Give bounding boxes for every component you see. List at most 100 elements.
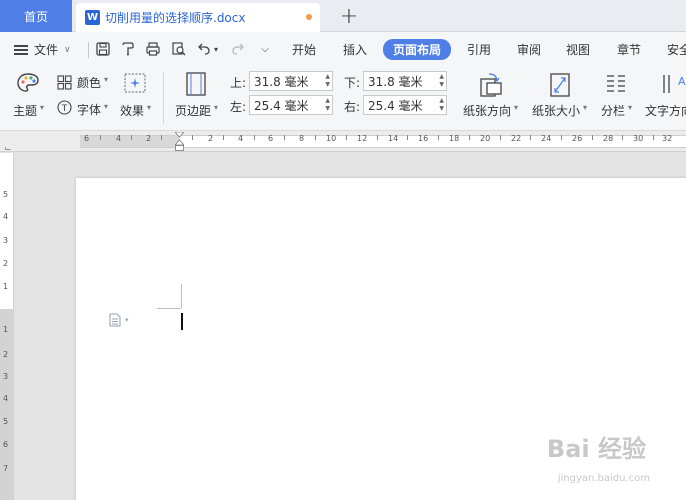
redo-icon[interactable]: [229, 40, 247, 58]
theme-button-label[interactable]: 主题: [13, 102, 37, 119]
ruler-tick: 28: [603, 134, 614, 143]
ruler-tick: 30: [633, 134, 644, 143]
margin-bottom-label: 下:: [344, 76, 361, 90]
file-menu-button[interactable]: 文件 ∨: [14, 41, 71, 58]
ruler-tick: 6: [268, 134, 274, 143]
text-direction-icon[interactable]: A: [662, 72, 686, 96]
ruler-tick: 2: [3, 259, 9, 268]
margin-corner-mark: [181, 284, 182, 308]
font-t-icon[interactable]: T: [56, 99, 72, 115]
save-icon[interactable]: [94, 40, 112, 58]
orientation-icon[interactable]: [477, 72, 503, 98]
ruler-tick: 24: [541, 134, 552, 143]
margins-button-label[interactable]: 页边距: [175, 102, 211, 119]
ruler-minor-tick: [192, 135, 193, 140]
ruler-tick: 14: [388, 134, 399, 143]
effects-dropdown-icon[interactable]: ▾: [147, 103, 151, 112]
color-button-label[interactable]: 颜色: [77, 74, 101, 91]
font-button-label[interactable]: 字体: [77, 101, 101, 118]
ruler-tick: 4: [3, 394, 9, 403]
color-grid-icon[interactable]: [56, 74, 72, 90]
ruler-tick: 20: [480, 134, 491, 143]
vertical-ruler[interactable]: 5 4 3 2 1 1 2 3 4 5 6 7: [0, 153, 14, 500]
ruler-minor-tick: [161, 135, 162, 140]
theme-dropdown-icon[interactable]: ▾: [40, 103, 44, 112]
tab-view[interactable]: 视图: [566, 41, 590, 58]
ruler-minor-tick: [438, 135, 439, 140]
ruler-tick: 5: [3, 190, 9, 199]
print-preview-icon[interactable]: [170, 40, 188, 58]
effects-button-label[interactable]: 效果: [120, 102, 144, 119]
format-painter-icon[interactable]: [119, 40, 137, 58]
tab-document[interactable]: W 切削用量的选择顺序.docx: [76, 3, 320, 32]
ruler-tick: 4: [116, 134, 122, 143]
columns-icon[interactable]: [604, 72, 628, 96]
text-cursor: [181, 313, 183, 330]
font-dropdown-icon[interactable]: ▾: [104, 102, 108, 111]
margin-bottom-input[interactable]: 31.8 毫米 ▲ ▼: [363, 71, 447, 91]
text-direction-button-label[interactable]: 文字方向: [645, 102, 686, 119]
ruler-minor-tick: [500, 135, 501, 140]
margin-right-input[interactable]: 25.4 毫米 ▲ ▼: [363, 95, 447, 115]
tab-security[interactable]: 安全: [667, 41, 686, 58]
ruler-tick: 4: [3, 212, 9, 221]
tab-home[interactable]: 首页: [0, 0, 72, 32]
theme-palette-icon[interactable]: [15, 71, 41, 95]
file-menu-label: 文件: [34, 43, 59, 57]
print-icon[interactable]: [144, 40, 162, 58]
tab-review[interactable]: 审阅: [517, 41, 541, 58]
page-margins-icon[interactable]: [185, 72, 207, 96]
ruler-tick: 3: [3, 372, 9, 381]
paragraph-layout-dropdown-icon[interactable]: ▾: [125, 316, 129, 324]
divider: [88, 42, 89, 58]
indent-marker-icon[interactable]: [174, 131, 185, 152]
margin-top-input[interactable]: 31.8 毫米 ▲ ▼: [249, 71, 333, 91]
margin-bottom-value: 31.8 毫米: [368, 74, 423, 89]
tab-bar: 首页 W 切削用量的选择顺序.docx +: [0, 0, 686, 32]
tab-references[interactable]: 引用: [467, 41, 491, 58]
tab-start[interactable]: 开始: [292, 41, 316, 58]
ruler-minor-tick: [377, 135, 378, 140]
margins-dropdown-icon[interactable]: ▾: [214, 103, 218, 112]
ruler-tick: 2: [208, 134, 214, 143]
paper-size-dropdown-icon[interactable]: ▾: [583, 103, 587, 112]
orientation-dropdown-icon[interactable]: ▾: [514, 103, 518, 112]
ruler-tick: 4: [238, 134, 244, 143]
ruler-tick: 16: [418, 134, 429, 143]
customize-toolbar-icon[interactable]: ⌵: [256, 40, 274, 58]
ruler-tick: 1: [3, 282, 9, 291]
margin-left-spinner-icon[interactable]: ▲ ▼: [325, 97, 330, 113]
ruler-tick: 22: [511, 134, 522, 143]
margin-right-spinner-icon[interactable]: ▲ ▼: [439, 97, 444, 113]
watermark-logo: Bai 经验: [546, 435, 646, 463]
color-dropdown-icon[interactable]: ▾: [104, 75, 108, 84]
margin-left-input[interactable]: 25.4 毫米 ▲ ▼: [249, 95, 333, 115]
paper-size-button-label[interactable]: 纸张大小: [532, 102, 580, 119]
margin-bottom-spinner-icon[interactable]: ▲ ▼: [439, 73, 444, 89]
ruler-minor-tick: [530, 135, 531, 140]
ruler-tick: 2: [146, 134, 152, 143]
horizontal-ruler[interactable]: 6 4 2 2 4 6 8 10 12 14 16 18 20 22 24 26…: [0, 131, 686, 152]
document-title: 切削用量的选择顺序.docx: [105, 11, 246, 25]
ruler-minor-tick: [254, 135, 255, 140]
tab-chapter[interactable]: 章节: [617, 41, 641, 58]
columns-button-label[interactable]: 分栏: [601, 102, 625, 119]
document-page[interactable]: Bai 经验 jingyan.baidu.com: [76, 178, 686, 500]
ruler-track: [80, 135, 686, 148]
tab-insert[interactable]: 插入: [343, 41, 367, 58]
margin-top-spinner-icon[interactable]: ▲ ▼: [325, 73, 330, 89]
paragraph-layout-icon[interactable]: ▾: [108, 313, 136, 327]
ruler-tick: 2: [3, 350, 9, 359]
ruler-tick: 18: [449, 134, 460, 143]
paper-size-icon[interactable]: [548, 72, 572, 98]
undo-dropdown-icon[interactable]: ▾: [211, 40, 221, 58]
ruler-minor-tick: [653, 135, 654, 140]
tab-page-layout[interactable]: 页面布局: [383, 39, 452, 60]
ruler-tick: 3: [3, 236, 9, 245]
effects-icon[interactable]: [124, 73, 146, 93]
ruler-minor-tick: [284, 135, 285, 140]
orientation-button-label[interactable]: 纸张方向: [463, 102, 511, 119]
new-tab-button[interactable]: +: [336, 3, 362, 29]
columns-dropdown-icon[interactable]: ▾: [628, 103, 632, 112]
ruler-tick: 26: [572, 134, 583, 143]
